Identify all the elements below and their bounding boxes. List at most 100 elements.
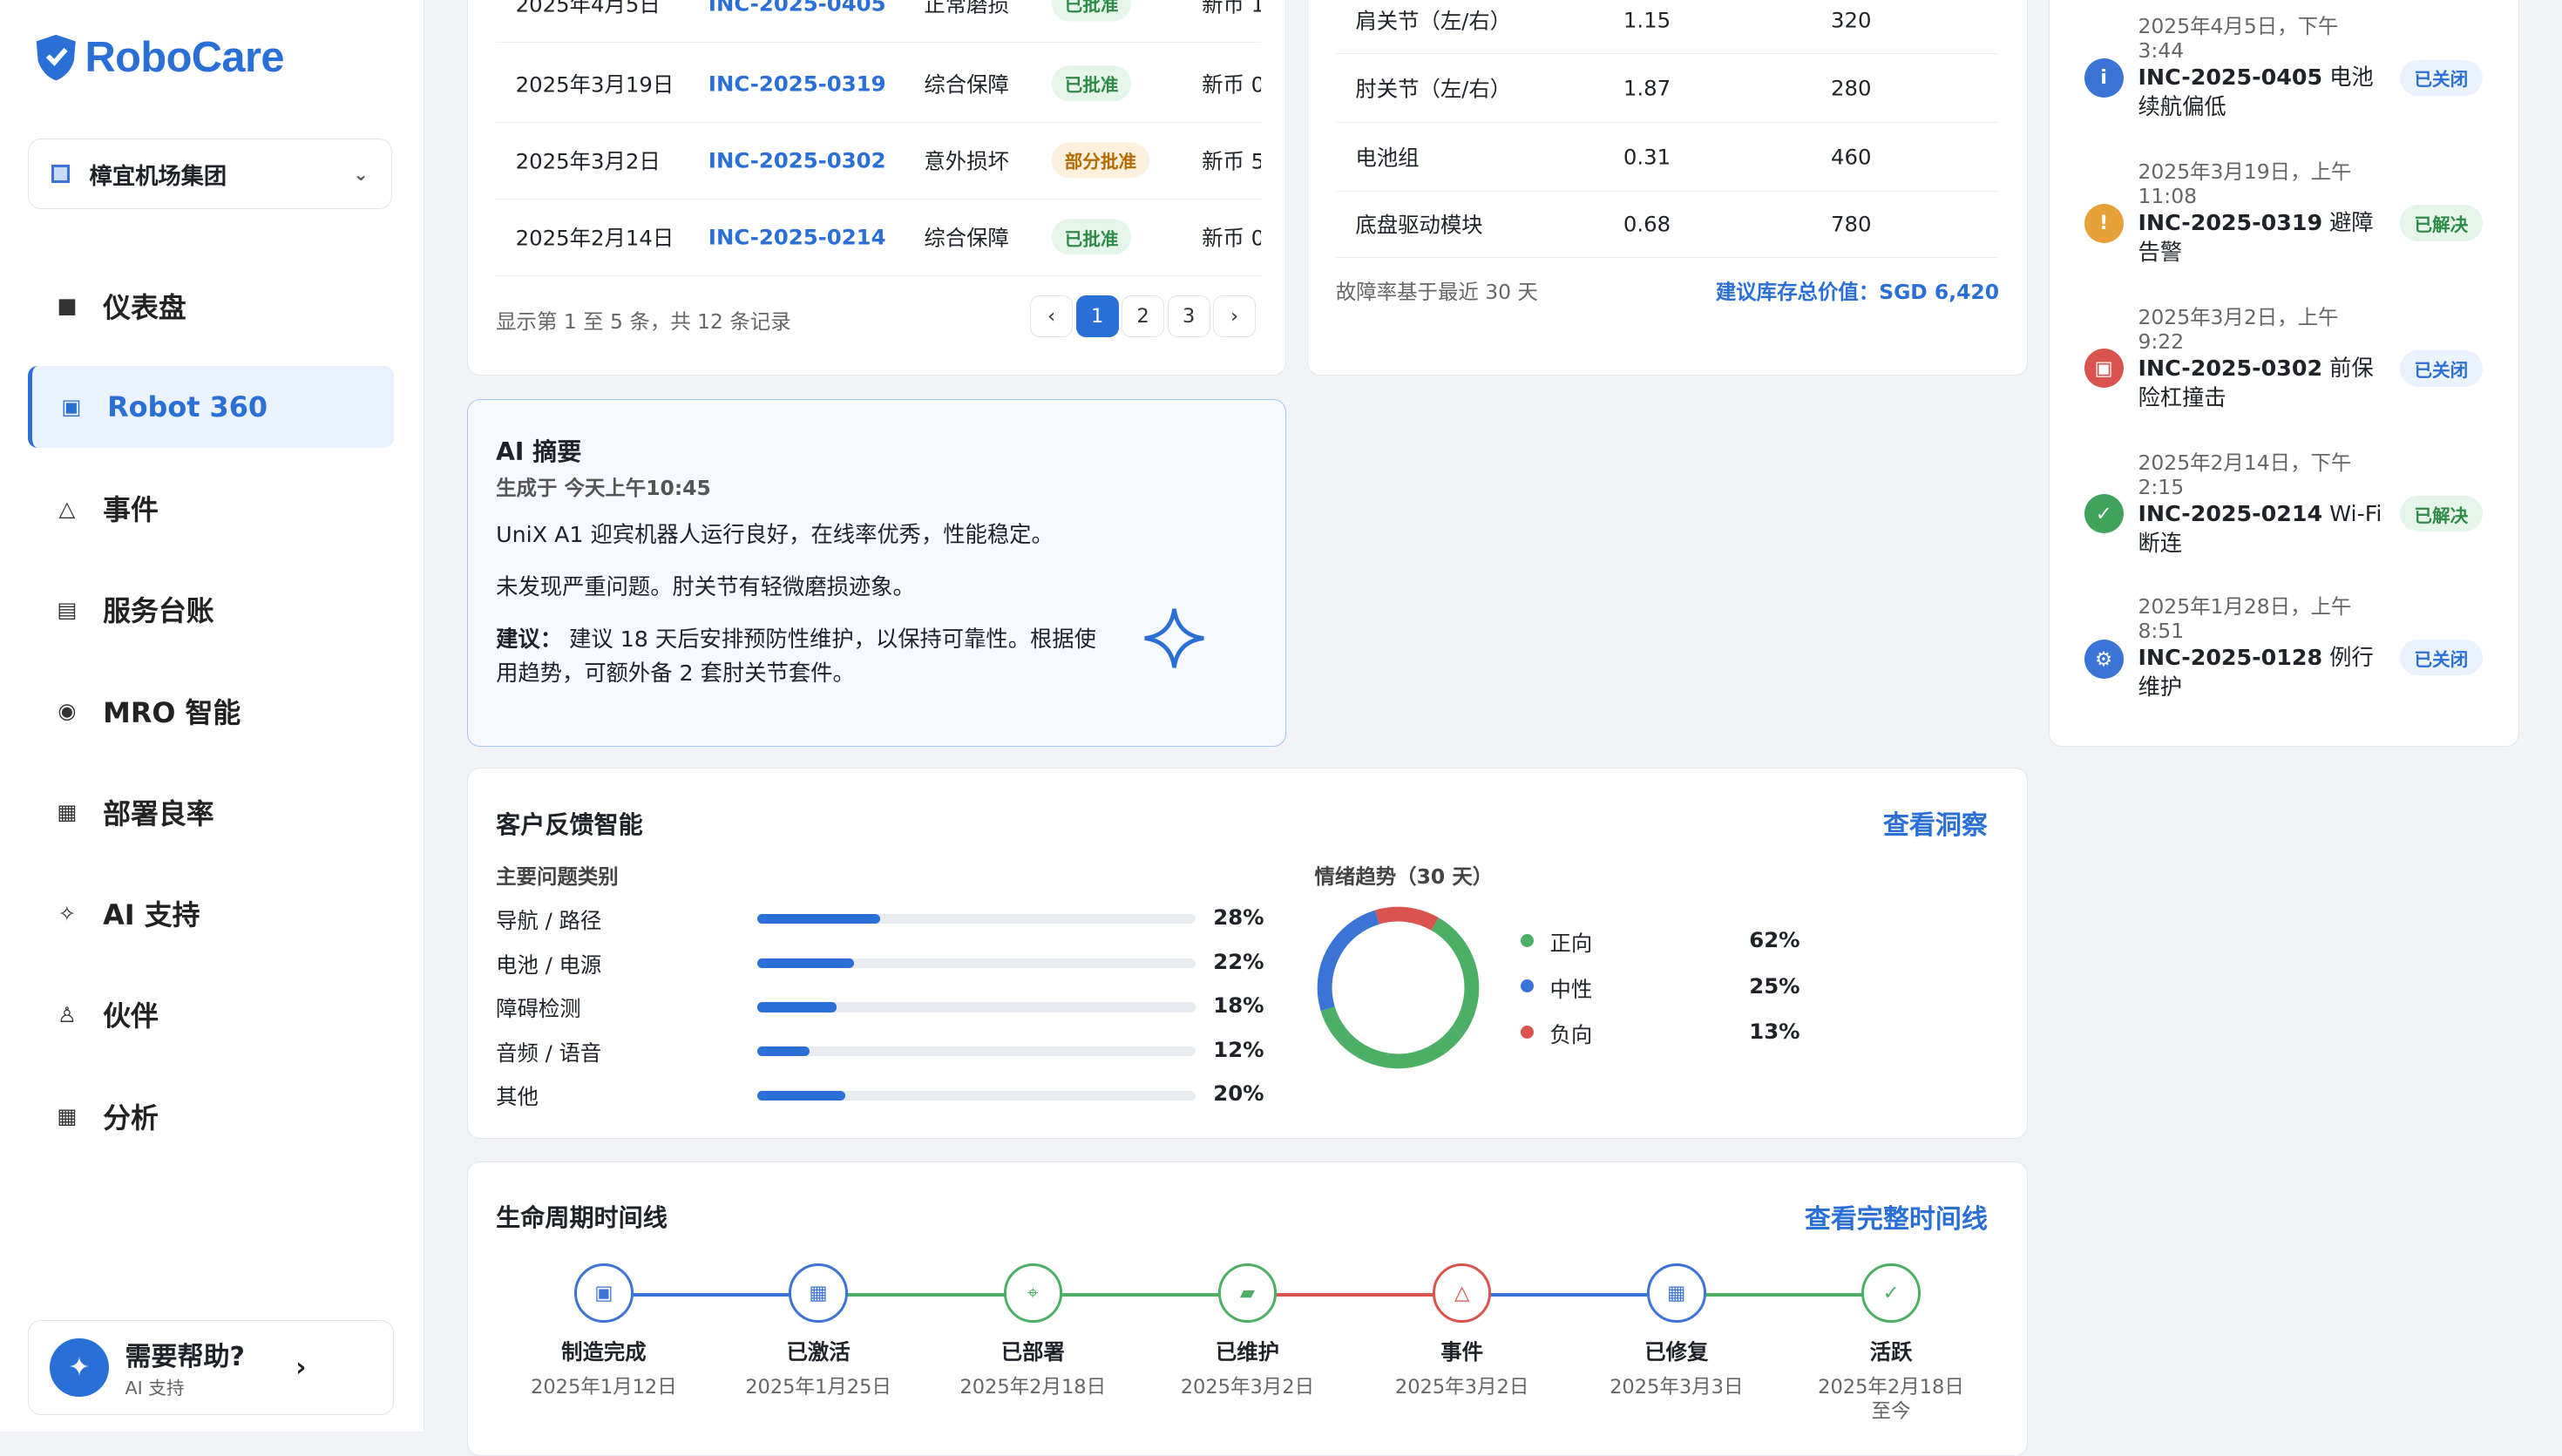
feedback-title: 客户反馈智能 — [496, 809, 643, 839]
nav-label: 伙伴 — [103, 999, 159, 1033]
category-percent: 18% — [1213, 992, 1264, 1019]
category-bar-fill — [757, 1046, 810, 1057]
timeline-step-label: 活跃 — [1869, 1338, 1913, 1365]
part-price: 280 — [1831, 75, 1872, 101]
event-time: 2025年1月28日，上午 8:51 — [2138, 593, 2352, 643]
lifecycle-timeline-card: 生命周期时间线 查看完整时间线 ▣ 制造完成 2025年1月12日 ▦ 已激活 2025年… — [467, 1161, 2028, 1456]
part-name: 肘关节（左/右） — [1355, 76, 1512, 102]
nav-item-deployment-yield[interactable]: ▦ 部署良率 — [28, 771, 394, 853]
event-time: 2025年3月2日，上午 9:22 — [2138, 304, 2339, 354]
timeline-step-date: 2025年3月2日 — [1180, 1375, 1315, 1398]
table-row[interactable]: 2025年3月19日 INC-2025-0319 综合保障 已批准 新币 0 — [496, 45, 1261, 123]
parts-failure-card: 肩关节（左/右） 1.15 320 肘关节（左/右） 1.87 280 电池组 … — [1307, 0, 2028, 376]
chart-icon: ▦ — [57, 1103, 78, 1129]
dashboard-icon: ■ — [57, 293, 78, 319]
legend-label: 正向 — [1549, 931, 1593, 957]
brand-logo[interactable]: RoboCare — [33, 33, 285, 82]
timeline-step-label: 已修复 — [1644, 1338, 1709, 1365]
ai-summary-p1: UniX A1 迎宾机器人运行良好，在线率优秀，性能稳定。 — [496, 521, 1054, 547]
help-card[interactable]: ✦ 需要帮助? AI 支持 › — [27, 1320, 394, 1415]
timeline-step-label: 事件 — [1440, 1338, 1483, 1365]
view-insights-link[interactable]: 查看洞察 — [1883, 803, 1988, 842]
claim-id-link[interactable]: INC-2025-0319 — [708, 71, 886, 96]
nav-item-partners[interactable]: ♙ 伙伴 — [28, 974, 394, 1056]
recommendation-text: 建议 18 天后安排预防性维护，以保持可靠性。根据使用趋势，可额外备 2 套肘关… — [496, 626, 1096, 686]
recommendation-label: 建议： — [496, 626, 563, 652]
nav-item-mro[interactable]: ◉ MRO 智能 — [28, 670, 394, 752]
status-badge: 已批准 — [1051, 65, 1132, 102]
factory-icon[interactable]: ▣ — [574, 1263, 634, 1323]
part-name: 底盘驱动模块 — [1355, 212, 1483, 238]
claim-id-link[interactable]: INC-2025-0405 — [708, 0, 886, 16]
sentiment-donut-chart — [1317, 906, 1479, 1069]
category-bar-row: 电池 / 电源 22% — [496, 945, 1264, 979]
page-2-button[interactable]: 2 — [1122, 295, 1164, 338]
wrench-icon[interactable]: ▰ — [1217, 1263, 1278, 1323]
category-percent: 20% — [1213, 1080, 1264, 1107]
stop-icon: ▣ — [2084, 349, 2124, 389]
nav-item-dashboard[interactable]: ■ 仪表盘 — [28, 265, 394, 347]
legend-dot — [1520, 1025, 1534, 1039]
person-icon: ♙ — [57, 1001, 77, 1027]
category-bar-track — [757, 1090, 1196, 1100]
nav-item-ai-support[interactable]: ✧ AI 支持 — [28, 872, 394, 954]
location-icon[interactable]: ⌖ — [1003, 1263, 1062, 1323]
timeline-step-date: 2025年3月2日 — [1394, 1375, 1529, 1398]
nav-item-analytics[interactable]: ▦ 分析 — [28, 1075, 394, 1157]
warning-icon: △ — [58, 495, 76, 521]
parts-note: 故障率基于最近 30 天 — [1335, 280, 1538, 304]
sparkle-icon: ✧ — [58, 900, 77, 926]
category-bar-row: 导航 / 路径 28% — [496, 901, 1264, 934]
timeline-step-date: 2025年2月18日 至今 — [1801, 1375, 1981, 1424]
legend-percent: 25% — [1749, 972, 1800, 999]
event-id: INC-2025-0302 — [2138, 356, 2323, 381]
timeline-step-date-suffix: 至今 — [1871, 1400, 1911, 1423]
view-full-timeline-link[interactable]: 查看完整时间线 — [1805, 1197, 1988, 1236]
timeline-step-label: 制造完成 — [561, 1338, 647, 1365]
org-selector[interactable]: 樟宜机场集团 ⌄ — [27, 139, 392, 209]
legend-label: 负向 — [1549, 1022, 1593, 1048]
claim-id-link[interactable]: INC-2025-0214 — [708, 224, 886, 249]
table-row[interactable]: 2025年3月2日 INC-2025-0302 意外损坏 部分批准 新币 5 — [496, 122, 1261, 200]
part-name: 肩关节（左/右） — [1355, 8, 1512, 34]
table-row: 电池组 0.31 460 — [1335, 124, 1998, 192]
warning-icon[interactable]: △ — [1432, 1263, 1492, 1323]
incident-events-card: i 2025年4月5日，下午 3:44 INC-2025-0405 电池续航偏低… — [2049, 0, 2520, 747]
claim-date: 2025年4月5日 — [515, 0, 661, 17]
prev-page-button[interactable]: ‹ — [1030, 295, 1073, 338]
category-bar-row: 其他 20% — [496, 1078, 1264, 1111]
ai-summary-p3: 建议： 建议 18 天后安排预防性维护，以保持可靠性。根据使用趋势，可额外备 2… — [496, 622, 1101, 691]
claim-id-link[interactable]: INC-2025-0302 — [708, 147, 886, 173]
timeline-connector — [1461, 1293, 1677, 1297]
part-price: 460 — [1831, 144, 1872, 170]
nav-item-robot-360[interactable]: ▣ Robot 360 — [27, 366, 394, 448]
nav-label: 分析 — [103, 1100, 159, 1134]
check-icon[interactable]: ✓ — [1861, 1263, 1921, 1323]
nav-item-service-ledger[interactable]: ▤ 服务台账 — [28, 569, 394, 651]
nav-label: AI 支持 — [103, 898, 200, 932]
table-row[interactable]: 2025年2月14日 INC-2025-0214 综合保障 已批准 新币 0 — [496, 199, 1261, 276]
category-label: 导航 / 路径 — [496, 907, 602, 933]
chevron-down-icon: ⌄ — [353, 163, 369, 185]
nav-item-incidents[interactable]: △ 事件 — [28, 467, 394, 549]
category-percent: 22% — [1213, 948, 1264, 974]
power-icon[interactable]: ▦ — [789, 1263, 848, 1323]
category-bar-fill — [757, 1090, 845, 1100]
nav-label: Robot 360 — [107, 389, 268, 423]
page-3-button[interactable]: 3 — [1167, 295, 1210, 338]
ai-summary-generated: 生成于 今天上午10:45 — [496, 476, 711, 500]
claim-date: 2025年3月2日 — [515, 148, 661, 174]
next-page-button[interactable]: › — [1213, 295, 1256, 338]
category-label: 障碍检测 — [496, 996, 581, 1022]
table-row: 底盘驱动模块 0.68 780 — [1335, 191, 1998, 259]
timeline-step-date: 2025年1月25日 — [745, 1375, 891, 1398]
claim-date: 2025年2月14日 — [515, 225, 674, 251]
target-icon: ◉ — [58, 698, 77, 724]
repair-icon[interactable]: ▦ — [1647, 1263, 1706, 1323]
sparkle-icon — [1144, 608, 1204, 668]
status-badge: 已批准 — [1051, 0, 1132, 22]
category-label: 电池 / 电源 — [496, 951, 602, 978]
grid-icon: ▦ — [57, 799, 78, 825]
page-1-button[interactable]: 1 — [1075, 295, 1119, 338]
table-row[interactable]: 2025年4月5日 INC-2025-0405 正常磨损 已批准 新币 1 — [496, 0, 1261, 43]
